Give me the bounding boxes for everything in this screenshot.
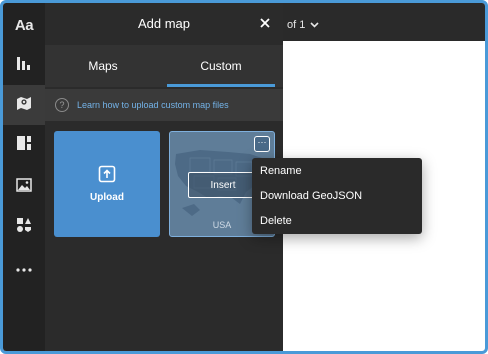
insert-button[interactable]: Insert	[188, 172, 258, 198]
upload-button[interactable]: Upload	[54, 131, 160, 237]
more-options-button[interactable]: ···	[254, 136, 270, 152]
layout-icon	[16, 135, 32, 156]
add-map-panel: Add map Maps Custom ? Learn how to uploa…	[45, 3, 283, 351]
more-icon: ···	[257, 137, 267, 147]
menu-item-delete[interactable]: Delete	[260, 209, 416, 233]
help-bar: ? Learn how to upload custom map files	[45, 89, 283, 121]
tab-bar: Maps Custom	[45, 45, 283, 87]
text-icon: Aa	[14, 16, 34, 34]
shapes-icon	[16, 217, 32, 238]
sidebar-item-more[interactable]	[3, 248, 45, 288]
map-icon	[16, 95, 32, 116]
tab-custom[interactable]: Custom	[163, 45, 279, 87]
sidebar-rail: Aa	[3, 3, 45, 351]
close-icon[interactable]	[255, 13, 275, 33]
chevron-down-icon	[310, 19, 319, 31]
sidebar-item-shapes[interactable]	[3, 207, 45, 247]
tab-maps[interactable]: Maps	[45, 45, 161, 87]
more-icon	[16, 259, 32, 277]
panel-header: Add map	[45, 3, 283, 43]
upload-icon	[98, 165, 116, 186]
tab-maps-label: Maps	[88, 59, 118, 73]
sidebar-item-images[interactable]	[3, 167, 45, 207]
chart-icon	[16, 55, 32, 76]
sidebar-item-maps[interactable]	[3, 85, 45, 125]
page-indicator-text: of 1	[287, 19, 306, 31]
page-indicator[interactable]: of 1	[287, 19, 319, 31]
menu-item-download-geojson[interactable]: Download GeoJSON	[260, 184, 416, 208]
image-icon	[16, 177, 32, 197]
sidebar-item-charts[interactable]	[3, 45, 45, 85]
sidebar-item-text[interactable]: Aa	[3, 5, 45, 45]
context-menu: Rename Download GeoJSON Delete	[252, 158, 422, 234]
menu-item-rename[interactable]: Rename	[260, 159, 416, 183]
question-icon: ?	[55, 98, 69, 112]
panel-title: Add map	[137, 15, 191, 31]
sidebar-item-layout[interactable]	[3, 125, 45, 165]
app-frame: of 1 Aa Add map Maps Custom ? Learn how …	[0, 0, 488, 354]
help-link[interactable]: Learn how to upload custom map files	[77, 100, 229, 110]
tab-custom-label: Custom	[200, 59, 242, 73]
insert-label: Insert	[210, 179, 236, 191]
upload-label: Upload	[90, 192, 124, 203]
